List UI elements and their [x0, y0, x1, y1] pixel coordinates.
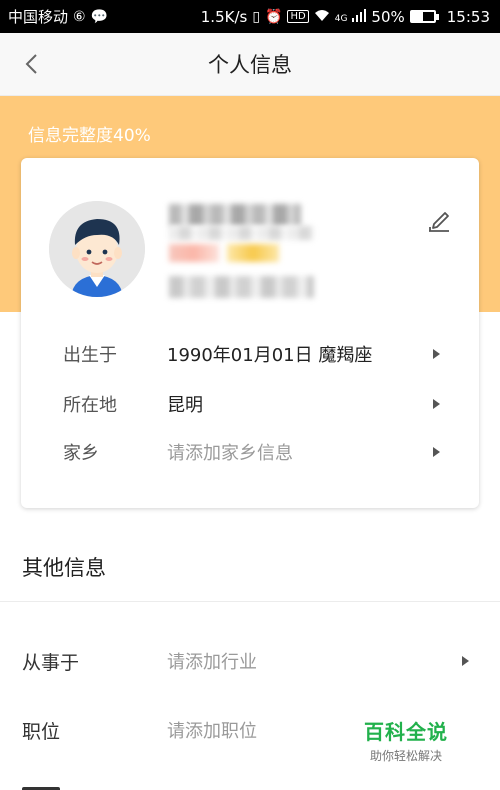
partially-visible-row — [22, 780, 262, 790]
alarm-icon: ⏰ — [265, 8, 283, 25]
chevron-right-icon — [433, 399, 440, 409]
position-value: 请添加职位 — [167, 721, 257, 742]
clock: 15:53 — [446, 7, 490, 26]
profile-card: 出生于 1990年01月01日 魔羯座 所在地 昆明 家乡 请添加家乡信息 — [21, 158, 479, 508]
chevron-right-icon — [462, 656, 469, 666]
pencil-edit-icon — [429, 212, 449, 232]
hometown-value: 请添加家乡信息 — [167, 443, 293, 464]
location-value: 昆明 — [167, 395, 203, 416]
avatar[interactable] — [49, 201, 145, 297]
birth-label: 出生于 — [63, 345, 117, 366]
network-speed: 1.5K/s — [200, 7, 248, 26]
hometown-row[interactable]: 家乡 请添加家乡信息 — [21, 432, 479, 472]
carrier-label: 中国移动 — [8, 8, 69, 26]
chevron-right-icon — [433, 447, 440, 457]
industry-row[interactable]: 从事于 请添加行业 — [0, 640, 500, 684]
location-row[interactable]: 所在地 昆明 — [21, 384, 479, 424]
location-label: 所在地 — [63, 395, 117, 416]
battery-percent: 50% — [371, 7, 405, 26]
position-label: 职位 — [22, 721, 61, 743]
birth-row[interactable]: 出生于 1990年01月01日 魔羯座 — [21, 334, 479, 374]
network-type: 4G — [334, 13, 348, 24]
watermark-slogan: 助你轻松解决 — [369, 749, 442, 763]
divider — [0, 601, 500, 602]
industry-label: 从事于 — [22, 652, 80, 674]
hd-badge: HD — [287, 10, 309, 23]
wifi-icon — [314, 9, 330, 25]
hometown-label: 家乡 — [63, 443, 99, 464]
chevron-right-icon — [433, 349, 440, 359]
industry-value: 请添加行业 — [167, 652, 257, 673]
chat-bubble-icon: 💬 — [90, 8, 109, 25]
weibo-icon: ⑥ — [73, 8, 86, 25]
back-button[interactable] — [14, 47, 48, 81]
vibrate-icon: ▯ — [252, 8, 261, 25]
signal-icon — [352, 8, 367, 26]
page-title: 个人信息 — [208, 53, 292, 77]
birth-value: 1990年01月01日 魔羯座 — [167, 345, 373, 366]
cartoon-boy-avatar-icon — [49, 201, 145, 297]
edit-profile-button[interactable] — [423, 204, 455, 236]
status-bar: 中国移动 ⑥ 💬 1.5K/s ▯ ⏰ HD 4G 50% 15:53 — [0, 0, 500, 33]
watermark-name: 百科全说 — [364, 720, 448, 744]
chevron-left-icon — [25, 54, 37, 74]
watermark-logo: 百科全说 助你轻松解决 — [364, 716, 448, 764]
completion-text: 信息完整度40% — [28, 126, 151, 146]
navigation-bar: 个人信息 — [0, 33, 500, 96]
other-info-title: 其他信息 — [22, 556, 106, 580]
battery-icon — [409, 10, 439, 23]
